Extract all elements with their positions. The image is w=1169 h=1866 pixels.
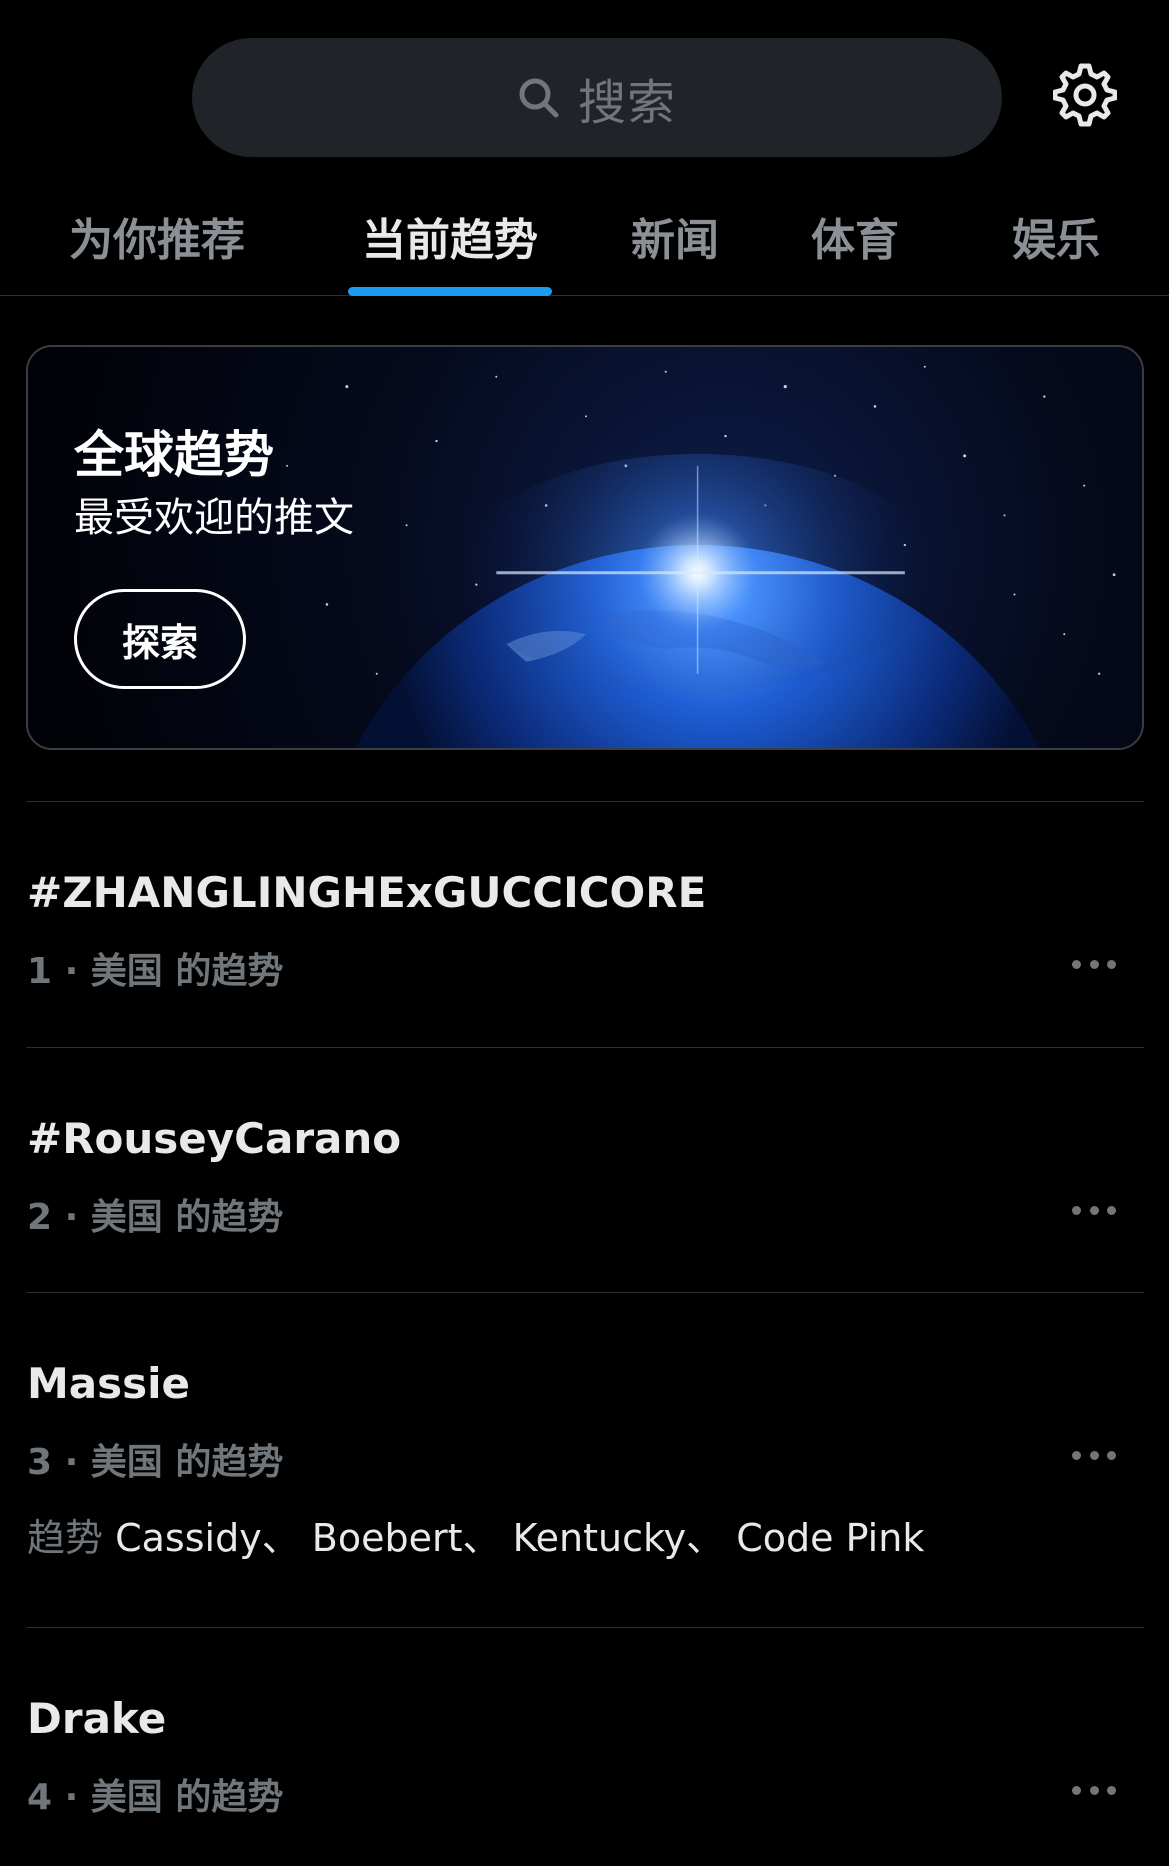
trend-name: #ZHANGLINGHExGUCCICORE: [27, 868, 707, 917]
top-header: 搜索 为你推荐 当前趋势 新闻 体育 娱乐: [0, 0, 1169, 296]
search-placeholder: 搜索: [577, 74, 676, 131]
tab-news[interactable]: 新闻: [631, 204, 719, 268]
global-trends-banner[interactable]: 全球趋势 最受欢迎的推文 探索: [26, 345, 1144, 750]
tab-sports[interactable]: 体育: [811, 204, 899, 268]
trend-meta: 1 · 美国 的趋势: [27, 951, 284, 992]
banner-subtitle: 最受欢迎的推文: [74, 495, 354, 541]
trend-item[interactable]: Massie 3 · 美国 的趋势 趋势 Cassidy、 Boebert、 K…: [0, 1293, 1169, 1627]
trend-name: #RouseyCarano: [27, 1114, 402, 1163]
more-options-icon[interactable]: [1072, 1782, 1116, 1798]
related-prefix: 趋势: [27, 1516, 104, 1560]
related-link[interactable]: Cassidy、: [115, 1516, 300, 1560]
tab-entertainment[interactable]: 娱乐: [1012, 204, 1100, 268]
related-trends: 趋势 Cassidy、 Boebert、 Kentucky、 Code Pink: [27, 1507, 924, 1562]
trend-item[interactable]: Drake 4 · 美国 的趋势: [0, 1628, 1169, 1866]
related-link[interactable]: Boebert、: [312, 1516, 501, 1560]
trend-name: Drake: [27, 1694, 167, 1743]
trend-meta: 4 · 美国 的趋势: [27, 1777, 284, 1818]
tab-trending[interactable]: 当前趋势: [362, 204, 538, 268]
settings-button[interactable]: [1051, 63, 1119, 131]
explore-button[interactable]: 探索: [74, 589, 246, 689]
tab-bar: 为你推荐 当前趋势 新闻 体育 娱乐: [0, 190, 1169, 296]
more-options-icon[interactable]: [1072, 1202, 1116, 1218]
trend-meta: 2 · 美国 的趋势: [27, 1197, 284, 1238]
banner-title: 全球趋势: [74, 426, 274, 484]
search-input[interactable]: 搜索: [192, 38, 1002, 157]
trend-meta: 3 · 美国 的趋势: [27, 1442, 284, 1483]
related-link[interactable]: Code Pink: [736, 1516, 924, 1560]
trend-item[interactable]: #RouseyCarano 2 · 美国 的趋势: [0, 1048, 1169, 1292]
related-link[interactable]: Kentucky、: [513, 1516, 725, 1560]
more-options-icon[interactable]: [1072, 956, 1116, 972]
gear-icon: [1052, 63, 1118, 131]
more-options-icon[interactable]: [1072, 1447, 1116, 1463]
search-icon: [518, 77, 560, 119]
tab-for-you[interactable]: 为你推荐: [69, 204, 245, 268]
trend-item[interactable]: #ZHANGLINGHExGUCCICORE 1 · 美国 的趋势: [0, 802, 1169, 1047]
active-tab-indicator: [348, 287, 552, 296]
trend-name: Massie: [27, 1359, 191, 1408]
